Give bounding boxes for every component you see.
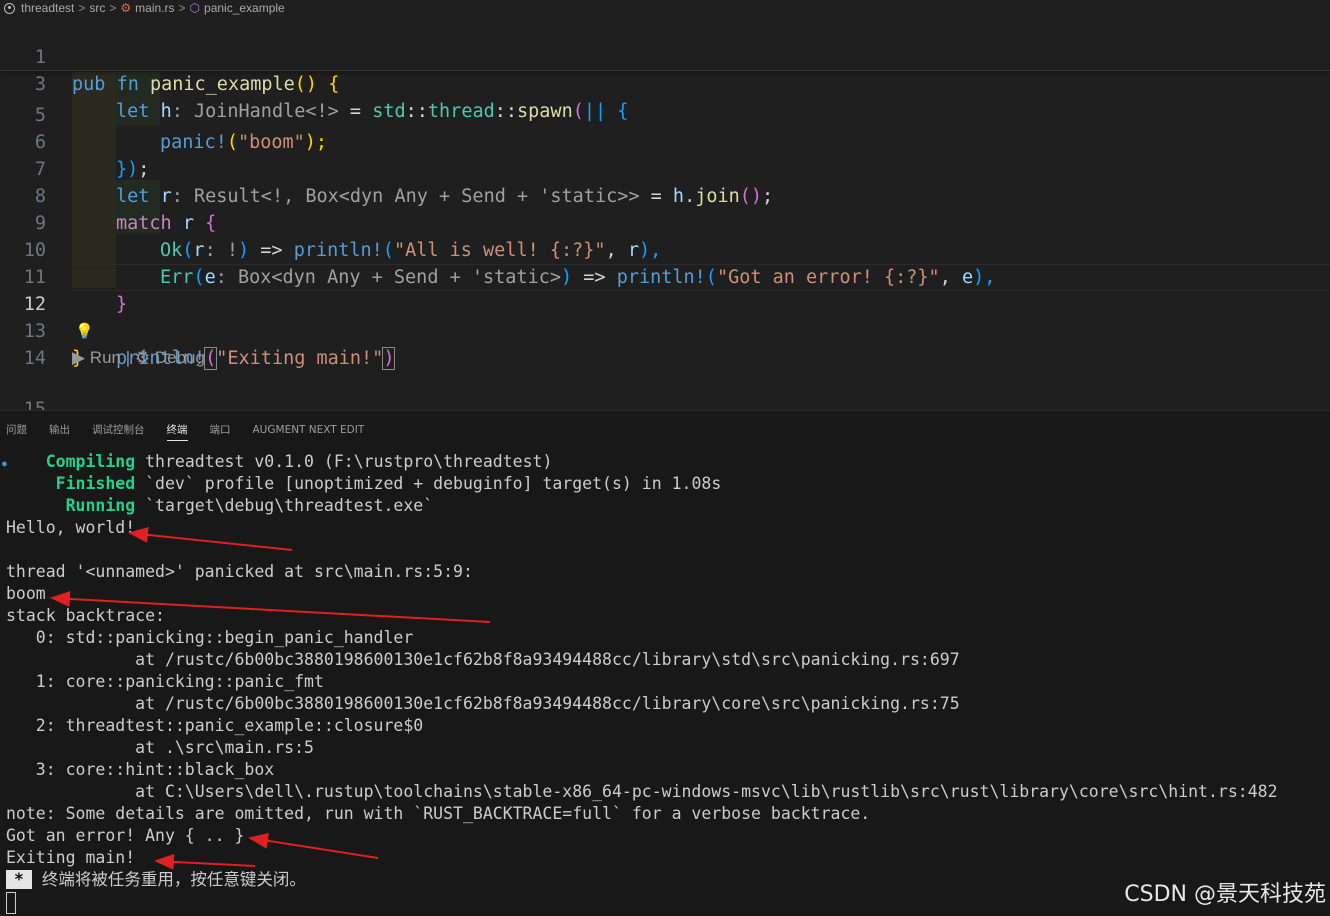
- breadcrumb-file[interactable]: main.rs: [135, 1, 174, 15]
- bottom-panel: 问题 输出 调试控制台 终端 端口 AUGMENT NEXT EDIT ● Co…: [0, 410, 1330, 916]
- rust-file-icon: ⚙: [120, 1, 132, 15]
- command-decoration-icon: ●: [2, 459, 7, 468]
- code-line: 12 💡 println!("Exiting main!"): [0, 264, 1330, 370]
- tab-terminal[interactable]: 终端: [166, 411, 188, 449]
- breadcrumb-separator: >: [109, 1, 117, 15]
- terminal-line: stack backtrace:: [6, 606, 165, 625]
- code-line: 1 pub fn panic_example() {: [0, 17, 1330, 95]
- terminal-line: Hello, world!: [6, 518, 136, 537]
- terminal-reuse-line: * 终端将被任务重用，按任意键关闭。: [6, 869, 306, 891]
- terminal-line: at C:\Users\dell\.rustup\toolchains\stab…: [6, 782, 1278, 801]
- code-line: 13 }: [0, 291, 1330, 369]
- folder-icon: [4, 2, 15, 14]
- breadcrumb: threadtest > src > ⚙ main.rs > ⬡ panic_e…: [0, 0, 1330, 16]
- breadcrumb-src[interactable]: src: [89, 1, 105, 15]
- codelens-separator: |: [125, 348, 131, 367]
- code-line: 16 panic_example();: [0, 396, 1330, 410]
- breadcrumb-folder[interactable]: threadtest: [21, 1, 74, 15]
- terminal-line: at .\src\main.rs:5: [6, 738, 314, 757]
- terminal-line: thread '<unnamed>' panicked at src\main.…: [6, 562, 473, 581]
- breadcrumb-symbol[interactable]: panic_example: [204, 1, 285, 15]
- terminal-line: Finished `dev` profile [unoptimized + de…: [55, 474, 722, 493]
- terminal-line: 1: core::panicking::panic_fmt: [6, 672, 324, 691]
- breadcrumb-separator: >: [78, 1, 86, 15]
- terminal-line: 3: core::hint::black_box: [6, 760, 275, 779]
- code-editor[interactable]: 1 pub fn panic_example() { 3 let h: Join…: [0, 16, 1330, 410]
- code-line: 5 panic!("boom");: [0, 75, 1330, 153]
- line-number: 14: [23, 348, 46, 369]
- terminal-line: 0: std::panicking::begin_panic_handler: [6, 628, 414, 647]
- terminal-line: note: Some details are omitted, run with…: [6, 804, 871, 823]
- debug-codelens[interactable]: ⚙ Debug: [135, 348, 205, 367]
- tab-problems[interactable]: 问题: [6, 411, 27, 449]
- code-line: 8 match r {: [0, 156, 1330, 234]
- run-codelens[interactable]: ▶ Run: [72, 348, 121, 367]
- terminal-line: ● Compiling threadtest v0.1.0 (F:\rustpr…: [2, 451, 552, 473]
- panel-tabs: 问题 输出 调试控制台 终端 端口 AUGMENT NEXT EDIT: [0, 411, 1330, 449]
- terminal-line: at /rustc/6b00bc3880198600130e1cf62b8f8a…: [6, 694, 960, 713]
- codelens: ▶ Run | ⚙ Debug: [72, 344, 205, 371]
- tab-debug-console[interactable]: 调试控制台: [92, 411, 145, 449]
- terminal-cursor: [6, 892, 16, 914]
- terminal-line: 2: threadtest::panic_example::closure$0: [6, 716, 424, 735]
- reuse-marker: *: [6, 870, 32, 889]
- terminal-line: Running `target\debug\threadtest.exe`: [65, 496, 434, 515]
- code-line: 3 let h: JoinHandle<!> = std::thread::sp…: [0, 44, 1330, 122]
- terminal-line: Exiting main!: [6, 848, 136, 867]
- code-line: 7 let r: Result<!, Box<dyn Any + Send + …: [0, 129, 1330, 207]
- function-symbol-icon: ⬡: [189, 1, 201, 15]
- code-line: 15 fn main() {: [0, 369, 1330, 410]
- code-line: 11 }: [0, 237, 1330, 315]
- terminal-line: boom: [6, 584, 46, 603]
- code-line: 14: [0, 318, 1330, 369]
- code-line: 6 });: [0, 102, 1330, 180]
- sticky-scroll-divider: [0, 70, 1330, 71]
- terminal-line: Got an error! Any { .. }: [6, 826, 245, 845]
- tab-augment-next-edit[interactable]: AUGMENT NEXT EDIT: [253, 411, 365, 449]
- terminal-line: at /rustc/6b00bc3880198600130e1cf62b8f8a…: [6, 650, 960, 669]
- code-line: 10 Err(e: Box<dyn Any + Send + 'static>)…: [0, 210, 1330, 288]
- watermark: CSDN @景天科技苑: [1124, 882, 1326, 907]
- tab-output[interactable]: 输出: [49, 411, 70, 449]
- breadcrumb-separator: >: [178, 1, 186, 15]
- tab-ports[interactable]: 端口: [210, 411, 231, 449]
- code-line: 9 Ok(r: !) => println!("All is well! {:?…: [0, 183, 1330, 261]
